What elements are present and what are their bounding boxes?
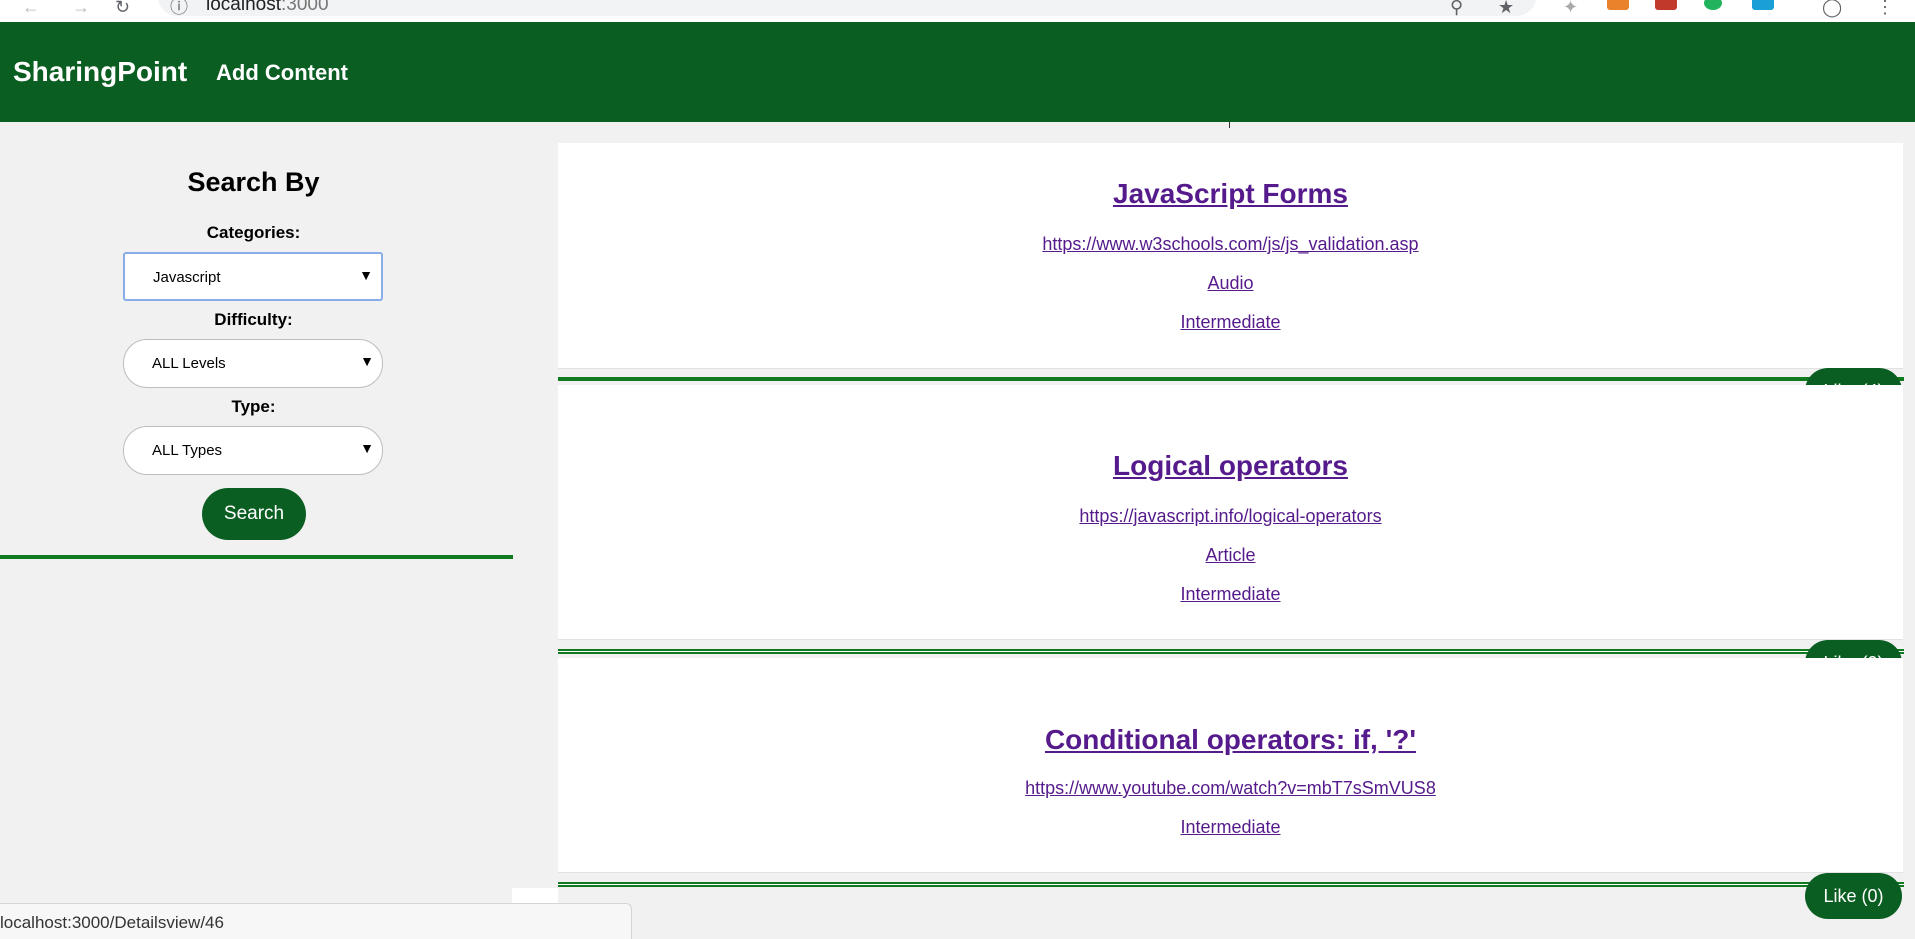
content-card: Logical operators https://javascript.inf… xyxy=(558,385,1903,640)
address-text[interactable]: localhost:3000 xyxy=(206,0,329,16)
extension-icon[interactable] xyxy=(1704,0,1722,10)
card-separator xyxy=(558,377,1904,381)
card-level-link[interactable]: Intermediate xyxy=(558,312,1903,333)
zoom-icon[interactable]: ⚲ xyxy=(1450,0,1463,16)
card-url-link[interactable]: https://www.youtube.com/watch?v=mbT7sSmV… xyxy=(558,778,1903,799)
content-card: JavaScript Forms https://www.w3schools.c… xyxy=(558,143,1903,369)
extension-icon[interactable] xyxy=(1655,0,1677,10)
search-sidebar: Search By Categories: Javascript ▼ Diffi… xyxy=(0,122,513,939)
type-selected-value: ALL Types xyxy=(152,442,223,459)
like-button[interactable]: Like (0) xyxy=(1805,873,1902,919)
extension-icon[interactable] xyxy=(1752,0,1774,10)
card-title-link[interactable]: JavaScript Forms xyxy=(558,178,1903,210)
type-label: Type: xyxy=(231,397,276,416)
card-separator xyxy=(558,882,1904,887)
bookmark-star-icon[interactable]: ★ xyxy=(1498,0,1514,16)
card-title-link[interactable]: Logical operators xyxy=(558,450,1903,482)
content-card: Conditional operators: if, '?' https://w… xyxy=(558,658,1903,873)
card-title-link[interactable]: Conditional operators: if, '?' xyxy=(558,724,1903,756)
difficulty-select[interactable]: ALL Levels ▼ xyxy=(123,339,383,388)
categories-selected-value: Javascript xyxy=(153,269,221,286)
dropdown-arrow-icon: ▼ xyxy=(360,440,374,456)
info-icon[interactable]: ⓘ xyxy=(170,0,188,16)
card-level-link[interactable]: Intermediate xyxy=(558,584,1903,605)
card-url-link[interactable]: https://javascript.info/logical-operator… xyxy=(558,506,1903,527)
status-url-text: localhost:3000/Detailsview/46 xyxy=(0,913,224,932)
extension-icon[interactable] xyxy=(1607,0,1629,10)
app-header: SharingPoint Add Content xyxy=(0,22,1915,122)
menu-kebab-icon[interactable]: ⋮ xyxy=(1876,0,1894,16)
browser-toolbar: ← → ↻ ⓘ localhost:3000 ⚲ ★ ✦ ◯ ⋮ xyxy=(0,0,1915,22)
search-button[interactable]: Search xyxy=(202,488,306,540)
forward-icon[interactable]: → xyxy=(72,0,90,16)
reload-icon[interactable]: ↻ xyxy=(115,0,130,16)
categories-label: Categories: xyxy=(206,223,301,242)
difficulty-label: Difficulty: xyxy=(214,310,293,329)
card-url-link[interactable]: https://www.w3schools.com/js/js_validati… xyxy=(558,234,1903,255)
sidebar-title: Search By xyxy=(187,167,320,197)
dropdown-arrow-icon: ▼ xyxy=(359,267,373,283)
card-type-link[interactable]: Audio xyxy=(558,273,1903,294)
dropdown-arrow-icon: ▼ xyxy=(360,353,374,369)
brand-logo-text[interactable]: SharingPoint xyxy=(13,56,187,88)
card-level-link[interactable]: Intermediate xyxy=(558,817,1903,838)
sidebar-divider xyxy=(0,555,513,559)
difficulty-selected-value: ALL Levels xyxy=(152,355,226,372)
link-status-bubble: localhost:3000/Detailsview/46 xyxy=(0,903,632,939)
add-content-link[interactable]: Add Content xyxy=(216,60,348,86)
extension-icon[interactable]: ✦ xyxy=(1563,0,1578,16)
card-type-link[interactable]: Article xyxy=(558,545,1903,566)
back-icon[interactable]: ← xyxy=(22,0,40,16)
card-separator xyxy=(558,649,1904,654)
address-bar[interactable] xyxy=(158,0,1536,16)
profile-icon[interactable]: ◯ xyxy=(1822,0,1842,16)
divider-tick xyxy=(1229,122,1230,128)
categories-select[interactable]: Javascript ▼ xyxy=(123,252,383,301)
type-select[interactable]: ALL Types ▼ xyxy=(123,426,383,475)
